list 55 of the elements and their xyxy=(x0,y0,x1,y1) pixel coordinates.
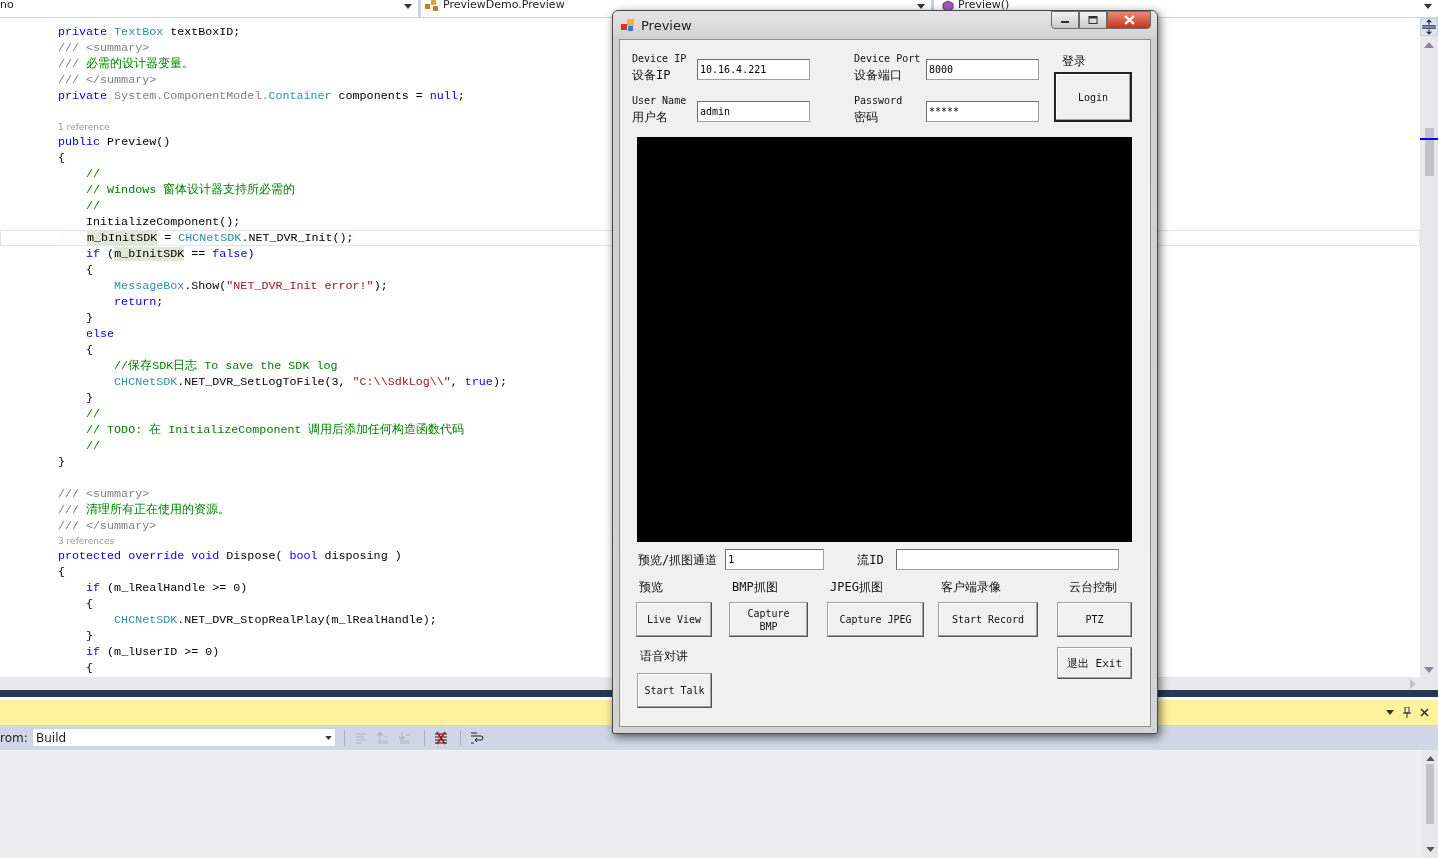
code-line: // Windows 窗体设计器支持所必需的 xyxy=(85,182,296,198)
field-label: 设备端口 xyxy=(854,67,903,84)
code-line: // xyxy=(85,166,101,182)
code-line: { xyxy=(85,262,94,278)
code-line: else xyxy=(85,326,115,342)
code-line: public Preview() xyxy=(58,134,171,150)
field-label: 用户名 xyxy=(632,109,669,126)
code-line: InitializeComponent(); xyxy=(85,214,241,230)
code-line: { xyxy=(85,342,94,358)
code-line: if (m_bInitSDK == false) xyxy=(85,246,255,262)
code-line: /// 清理所有正在使用的资源。 xyxy=(58,502,231,518)
code-line: // xyxy=(85,438,101,454)
code-line: } xyxy=(58,454,65,470)
code-line: return; xyxy=(113,294,164,310)
code-line: /// <summary> xyxy=(58,486,150,502)
field-label: 密码 xyxy=(854,109,879,126)
channel-label: 预览/抓图通道 xyxy=(638,551,718,569)
code-line: private System.ComponentModel.Container components = null; xyxy=(58,88,465,104)
code-line: MessageBox.Show("NET_DVR_Init error!"); xyxy=(113,278,388,294)
field-label: Device Port xyxy=(854,52,922,66)
code-line: if (m_lUserID >= 0) xyxy=(85,644,220,660)
code-line: /// <summary> xyxy=(58,40,150,56)
action-caption: 预览 xyxy=(638,579,664,596)
talk-caption: 语音对讲 xyxy=(639,648,689,665)
code-line: } xyxy=(85,310,94,326)
code-line: } xyxy=(85,390,94,406)
code-line: { xyxy=(58,564,65,580)
code-line: /// </summary> xyxy=(58,72,157,88)
code-line: private TextBox textBoxID; xyxy=(58,24,241,40)
code-line: CHCNetSDK.NET_DVR_StopRealPlay(m_lRealHandle); xyxy=(113,612,437,628)
field-label: Device IP xyxy=(632,52,688,66)
code-line: /// 必需的设计器变量。 xyxy=(58,56,195,72)
code-line: CHCNetSDK.NET_DVR_SetLogToFile(3, "C:\\SdkLog\\", true); xyxy=(113,374,507,390)
action-caption: BMP抓图 xyxy=(731,579,779,596)
code-line: if (m_lRealHandle >= 0) xyxy=(85,580,248,596)
code-line: /// </summary> xyxy=(58,518,157,534)
code-line: } xyxy=(85,628,94,644)
action-caption: 云台控制 xyxy=(1068,579,1118,596)
show-output-label: rom: xyxy=(0,730,29,745)
code-line: // xyxy=(85,406,101,422)
action-caption: 客户端录像 xyxy=(940,579,1002,596)
login-caption: 登录 xyxy=(1061,53,1087,70)
code-line: { xyxy=(85,660,94,676)
code-line: //保存SDK日志 To save the SDK log xyxy=(113,358,338,374)
code-line: protected override void Dispose( bool disposing ) xyxy=(58,548,402,564)
field-label: 设备IP xyxy=(632,67,672,84)
action-caption: JPEG抓图 xyxy=(829,579,884,596)
field-label: Password xyxy=(854,94,904,108)
stream-id-label: 流ID xyxy=(857,551,885,569)
window-title: Preview xyxy=(641,17,693,33)
code-line: // xyxy=(85,198,101,214)
code-line: // TODO: 在 InitializeComponent 调用后添加任何构造函数代码 xyxy=(85,422,465,438)
code-line: { xyxy=(58,150,65,166)
code-line: { xyxy=(85,596,94,612)
field-label: User Name xyxy=(632,94,688,108)
